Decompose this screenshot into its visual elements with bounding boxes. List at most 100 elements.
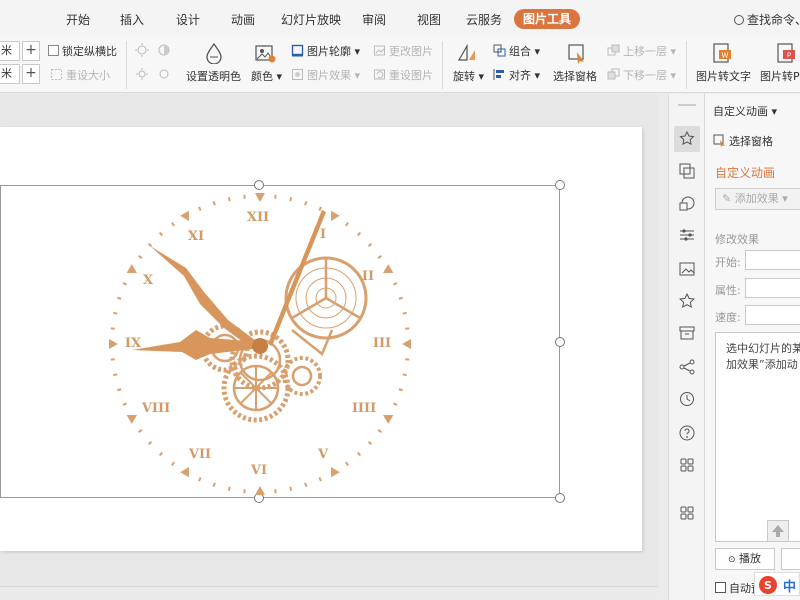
- play-button[interactable]: ⊙ 播放: [715, 548, 775, 570]
- rotate-dropdown[interactable]: 旋转 ▾: [453, 68, 484, 84]
- arrow-up-icon: [772, 525, 784, 537]
- reset-size-icon: [51, 69, 62, 80]
- pic-to-pdf-button[interactable]: 图片转P: [760, 68, 800, 84]
- speed-label: 速度:: [715, 311, 741, 324]
- pic-to-pdf-icon: P: [777, 43, 795, 63]
- contrast-up-icon[interactable]: [156, 42, 172, 58]
- group-label: 组合: [509, 45, 531, 58]
- property-label: 属性:: [715, 284, 741, 297]
- animation-list[interactable]: 选中幻灯片的某 加效果”添加动: [715, 332, 800, 542]
- dial-tick: [212, 482, 216, 487]
- pane-header-dropdown[interactable]: 自定义动画 ▾: [713, 103, 777, 119]
- tab-slideshow[interactable]: 幻灯片放映: [281, 11, 341, 28]
- width-plus-button[interactable]: +: [22, 64, 40, 84]
- dial-tick: [304, 482, 308, 487]
- pic-to-text-button[interactable]: 图片转文字: [696, 68, 751, 84]
- play-icon: ⊙: [728, 555, 736, 565]
- resize-handle-right[interactable]: [555, 337, 565, 347]
- history-icon[interactable]: [678, 390, 696, 408]
- properties-icon[interactable]: [678, 226, 696, 244]
- property-select[interactable]: [745, 278, 800, 298]
- add-effect-button[interactable]: ✎ 添加效果 ▾: [715, 188, 800, 210]
- resize-handle-bottom-right[interactable]: [555, 493, 565, 503]
- dial-tick: [227, 486, 231, 491]
- dial-tick: [198, 206, 202, 212]
- archive-icon[interactable]: [678, 324, 696, 342]
- send-backward-dropdown[interactable]: 下移一层 ▾: [607, 67, 676, 83]
- more-apps-icon[interactable]: [678, 504, 696, 522]
- dial-tick: [113, 311, 118, 315]
- color-dropdown[interactable]: 颜色 ▾: [251, 68, 282, 84]
- dial-tick: [147, 440, 153, 446]
- slide-transition-icon[interactable]: [678, 162, 696, 180]
- tab-design[interactable]: 设计: [176, 11, 200, 28]
- send-backward-icon: [607, 68, 620, 80]
- height-input[interactable]: 米: [0, 41, 20, 61]
- start-select[interactable]: [745, 250, 800, 270]
- shapes-icon[interactable]: [678, 194, 696, 212]
- change-picture-label: 更改图片: [389, 45, 433, 58]
- reset-picture-button[interactable]: 重设图片: [373, 67, 433, 83]
- color-label: 颜色: [251, 70, 273, 83]
- picture-effects-dropdown[interactable]: 图片效果 ▾: [291, 67, 360, 83]
- dial-tick: [367, 440, 373, 446]
- change-picture-button[interactable]: 更改图片: [373, 43, 433, 59]
- tab-view[interactable]: 视图: [417, 11, 441, 28]
- brightness-down-icon[interactable]: [134, 66, 150, 82]
- reset-size-label: 重设大小: [66, 69, 110, 82]
- tab-insert[interactable]: 插入: [120, 11, 144, 28]
- pane-selection-button[interactable]: 选择窗格: [713, 133, 773, 149]
- reset-picture-label: 重设图片: [389, 69, 433, 82]
- tab-cloud[interactable]: 云服务: [466, 11, 502, 28]
- dial-tick: [392, 282, 398, 286]
- drag-grip[interactable]: [678, 104, 696, 106]
- dial-tick: [122, 402, 128, 406]
- slideshow-button[interactable]: [781, 548, 800, 570]
- bring-forward-dropdown[interactable]: 上移一层 ▾: [607, 43, 676, 59]
- align-dropdown[interactable]: 对齐 ▾: [493, 67, 540, 83]
- dial-tick: [138, 429, 143, 433]
- dial-tick: [377, 255, 382, 259]
- brightness-up-icon[interactable]: [134, 42, 150, 58]
- play-label: 播放: [739, 552, 762, 565]
- numeral-1: I: [320, 227, 326, 242]
- width-input[interactable]: 米: [0, 64, 20, 84]
- lock-ratio-checkbox[interactable]: 锁定纵横比: [48, 43, 117, 59]
- share-icon[interactable]: [678, 358, 696, 376]
- command-search[interactable]: 查找命令、: [734, 11, 800, 28]
- contrast-down-icon[interactable]: [156, 66, 172, 82]
- tab-home[interactable]: 开始: [66, 11, 90, 28]
- numeral-6: VI: [250, 463, 267, 478]
- picture-icon[interactable]: [678, 260, 696, 278]
- resize-handle-top-right[interactable]: [555, 180, 565, 190]
- custom-animation-icon[interactable]: [678, 130, 696, 148]
- hour-marker: [255, 193, 265, 202]
- tab-review[interactable]: 审阅: [362, 11, 386, 28]
- custom-animation-pane: 自定义动画 ▾ 选择窗格 自定义动画 ✎ 添加效果 ▾ 修改效果 开始: 属性:…: [704, 94, 800, 600]
- svg-text:P: P: [787, 52, 791, 60]
- hour-marker: [255, 486, 265, 495]
- clock-hands: [132, 210, 326, 360]
- height-plus-button[interactable]: +: [22, 41, 40, 61]
- picture-outline-dropdown[interactable]: 图片轮廓 ▾: [291, 43, 360, 59]
- ribbon-separator: [126, 41, 127, 89]
- help-icon[interactable]: [678, 424, 696, 442]
- move-up-button[interactable]: [767, 520, 789, 542]
- star-icon[interactable]: [678, 292, 696, 310]
- checkbox-checked-icon: [715, 582, 726, 593]
- selection-pane-button[interactable]: 选择窗格: [553, 68, 597, 84]
- menu-bar: 开始 插入 设计 动画 幻灯片放映 审阅 视图 云服务 图片工具 查找命令、: [0, 0, 800, 37]
- hour-marker: [382, 264, 394, 273]
- tab-picture-tools[interactable]: 图片工具: [514, 9, 580, 29]
- speed-select[interactable]: [745, 305, 800, 325]
- ime-indicator[interactable]: S 中: [754, 572, 800, 596]
- reset-size-button[interactable]: 重设大小: [50, 67, 110, 83]
- numeral-9: IX: [125, 336, 142, 351]
- side-tool-strip: [668, 94, 704, 600]
- hour-marker: [402, 339, 411, 349]
- group-dropdown[interactable]: 组合 ▾: [493, 43, 540, 59]
- set-transparent-button[interactable]: 设置透明色: [186, 68, 241, 84]
- tab-animation[interactable]: 动画: [231, 11, 255, 28]
- apps-grid-icon[interactable]: [678, 456, 696, 474]
- status-bar: [0, 586, 658, 600]
